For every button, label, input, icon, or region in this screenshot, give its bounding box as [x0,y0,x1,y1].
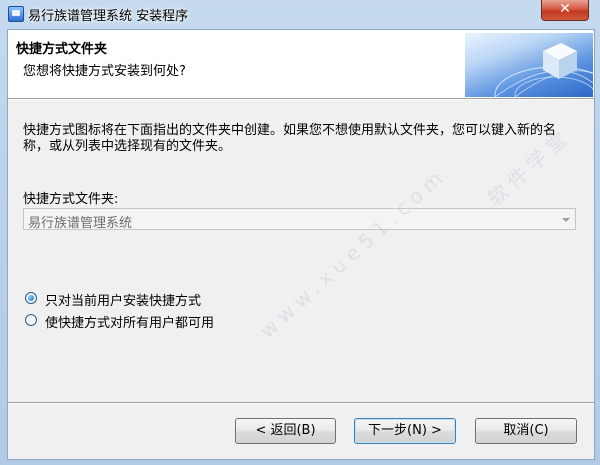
globe-cube-icon [494,43,593,97]
shortcut-folder-combobox[interactable]: 易行族谱管理系统 [23,208,576,231]
page-title: 快捷方式文件夹 [16,42,108,57]
page-subtitle: 您想将快捷方式安装到何处? [23,64,186,79]
wizard-header: 快捷方式文件夹 您想将快捷方式安装到何处? [8,30,594,98]
shortcut-folder-value: 易行族谱管理系统 [28,216,133,231]
wizard-client-area: 快捷方式文件夹 您想将快捷方式安装到何处? 快捷方式图标将在下面指出的文件夹中创… [7,29,595,460]
window-title: 易行族谱管理系统 安装程序 [28,9,189,24]
close-icon: ✕ [559,1,571,17]
folder-label: 快捷方式文件夹: [23,192,119,207]
instructions-text: 快捷方式图标将在下面指出的文件夹中创建。如果您不想使用默认文件夹，您可以键入新的… [23,123,557,154]
next-button[interactable]: 下一步(N) > [354,418,456,444]
installer-app-icon [8,6,24,22]
chevron-down-icon[interactable] [562,218,570,222]
header-divider [8,98,594,100]
close-button[interactable]: ✕ [541,0,589,21]
radio-button-checked[interactable] [25,292,37,304]
cancel-button[interactable]: 取消(C) [475,418,577,444]
back-button[interactable]: < 返回(B) [235,418,336,444]
title-bar[interactable]: 易行族谱管理系统 安装程序 ✕ [0,0,600,28]
footer-divider [8,402,594,404]
radio-button-unchecked[interactable] [25,314,37,326]
setup-globe-image [465,33,593,97]
installer-window: 易行族谱管理系统 安装程序 ✕ 快捷方式文件夹 您想将快捷方式安装到何处? 快捷… [0,0,600,465]
radio-label: 只对当前用户安装快捷方式 [45,294,202,309]
radio-label: 使快捷方式对所有用户都可用 [45,316,215,331]
